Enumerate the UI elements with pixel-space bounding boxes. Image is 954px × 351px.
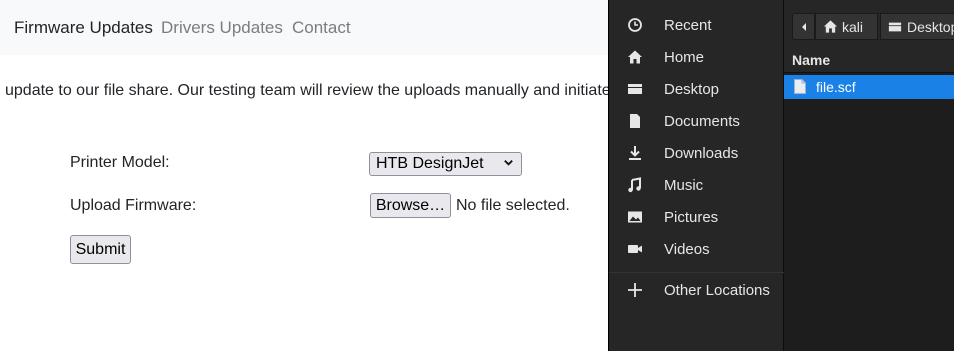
chevron-down-icon <box>504 160 513 166</box>
picture-icon <box>628 211 642 223</box>
desktop-icon <box>888 22 902 32</box>
column-header-label: Name <box>792 52 831 68</box>
sidebar-item-recent[interactable]: Recent <box>609 9 784 41</box>
sidebar-item-documents[interactable]: Documents <box>609 105 784 137</box>
nav-brand[interactable]: Firmware Updates <box>14 18 153 38</box>
printer-model-value: HTB DesignJet <box>376 155 484 172</box>
navbar: Firmware Updates Drivers Updates Contact <box>0 0 610 55</box>
browse-button[interactable]: Browse… <box>370 193 451 218</box>
upload-firmware-label: Upload Firmware: <box>70 197 197 214</box>
plus-icon <box>628 283 642 297</box>
sidebar-item-label: Downloads <box>664 145 739 162</box>
sidebar-item-music[interactable]: Music <box>609 169 784 201</box>
path-segment-label: kali <box>842 19 864 35</box>
sidebar-item-label: Other Locations <box>664 282 770 299</box>
sidebar-item-label: Recent <box>664 17 712 34</box>
sidebar-item-videos[interactable]: Videos <box>609 233 784 265</box>
sidebar-divider <box>609 272 784 273</box>
file-list: Name file.scf <box>784 48 954 351</box>
sidebar-item-label: Home <box>664 49 705 66</box>
download-icon <box>629 146 641 160</box>
sidebar-item-downloads[interactable]: Downloads <box>609 137 784 169</box>
sidebar-item-label: Videos <box>664 241 710 258</box>
nav-link-contact[interactable]: Contact <box>292 18 351 38</box>
file-status-text: No file selected. <box>456 197 570 214</box>
desktop-icon <box>628 84 642 94</box>
nav-link-drivers-updates[interactable]: Drivers Updates <box>161 18 283 38</box>
path-segment-desktop[interactable]: Desktop <box>880 13 954 40</box>
sidebar-item-label: Pictures <box>664 209 719 226</box>
sidebar-item-label: Music <box>664 177 704 194</box>
sidebar-item-label: Desktop <box>664 81 720 98</box>
sidebar-item-home[interactable]: Home <box>609 41 784 73</box>
places-sidebar: Recent Home Desktop Documents Downloads … <box>609 0 784 351</box>
file-chooser-dialog: Recent Home Desktop Documents Downloads … <box>608 0 954 351</box>
path-bar: kali Desktop <box>784 0 954 48</box>
printer-model-label: Printer Model: <box>70 154 170 171</box>
document-icon <box>630 114 640 128</box>
video-icon <box>628 245 642 253</box>
intro-text: update to our file share. Our testing te… <box>5 82 611 99</box>
sidebar-item-label: Documents <box>664 113 740 130</box>
file-icon <box>794 79 806 94</box>
home-icon <box>823 20 838 33</box>
path-back-button[interactable] <box>792 13 815 40</box>
submit-button[interactable]: Submit <box>70 235 131 264</box>
printer-model-select[interactable]: HTB DesignJet <box>369 152 522 176</box>
path-segment-kali[interactable]: kali <box>815 13 878 40</box>
chevron-left-icon <box>802 23 806 31</box>
path-segment-label: Desktop <box>907 19 954 35</box>
home-icon <box>628 50 642 64</box>
sidebar-item-desktop[interactable]: Desktop <box>609 73 784 105</box>
music-icon <box>628 177 641 193</box>
sidebar-item-other-locations[interactable]: Other Locations <box>609 274 784 306</box>
sidebar-item-pictures[interactable]: Pictures <box>609 201 784 233</box>
file-name: file.scf <box>816 79 856 95</box>
file-row[interactable]: file.scf <box>784 75 954 99</box>
clock-icon <box>628 18 642 32</box>
name-column-header[interactable]: Name <box>784 48 954 73</box>
